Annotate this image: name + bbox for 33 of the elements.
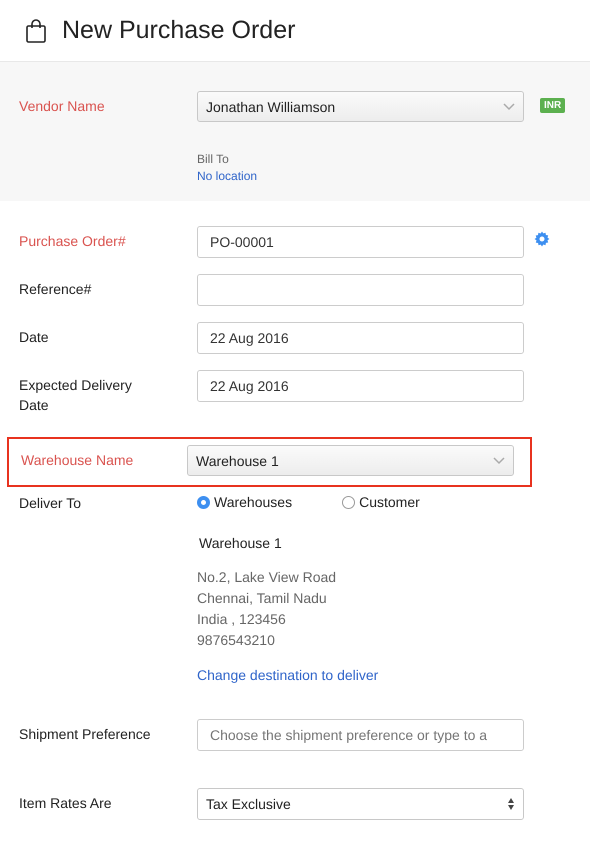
field-label: Vendor Name	[19, 97, 106, 116]
field-label: Item Rates Are	[19, 794, 113, 813]
field-label: Reference#	[19, 280, 92, 299]
warehouse-name: Warehouse 1	[199, 535, 283, 551]
radio-button[interactable]	[197, 496, 210, 508]
radio-option[interactable]: Customer	[342, 494, 420, 510]
change-destination-link[interactable]: Change destination to deliver	[197, 667, 590, 683]
field-label: Warehouse Name	[21, 451, 134, 470]
field-label: Shipment Preference	[19, 725, 152, 744]
text-field[interactable]: PO-00001	[197, 226, 524, 258]
sort-arrows-icon	[507, 797, 515, 811]
bill-to-link[interactable]: No location	[197, 169, 590, 183]
field-label: Expected Delivery Date	[19, 376, 133, 415]
currency-badge: INR	[540, 98, 566, 113]
field-label: Date	[19, 328, 50, 347]
bill-to-label: Bill To	[197, 152, 230, 166]
page-title: New Purchase Order	[62, 16, 296, 45]
vendor-select[interactable]: Jonathan Williamson	[197, 91, 524, 122]
field-label: Deliver To	[19, 494, 82, 513]
shipment-field[interactable]: Choose the shipment preference or type to a	[197, 719, 524, 751]
text-field[interactable]: 22 Aug 2016	[197, 370, 524, 402]
shopping-bag-icon	[26, 18, 46, 42]
radio-button[interactable]	[342, 496, 356, 508]
radio-option[interactable]: Warehouses	[197, 494, 292, 510]
settings-icon[interactable]	[534, 231, 550, 247]
chevron-down-icon	[493, 456, 505, 464]
warehouse-select[interactable]: Warehouse 1	[187, 445, 514, 476]
field-label: Purchase Order#	[19, 232, 127, 251]
text-field[interactable]	[197, 274, 524, 306]
chevron-down-icon	[503, 102, 515, 110]
item-rates-select[interactable]: Tax Exclusive	[197, 788, 524, 820]
address-text: No.2, Lake View Road Chennai, Tamil Nadu India , 123456 9876543210	[197, 568, 338, 650]
text-field[interactable]: 22 Aug 2016	[197, 322, 524, 354]
